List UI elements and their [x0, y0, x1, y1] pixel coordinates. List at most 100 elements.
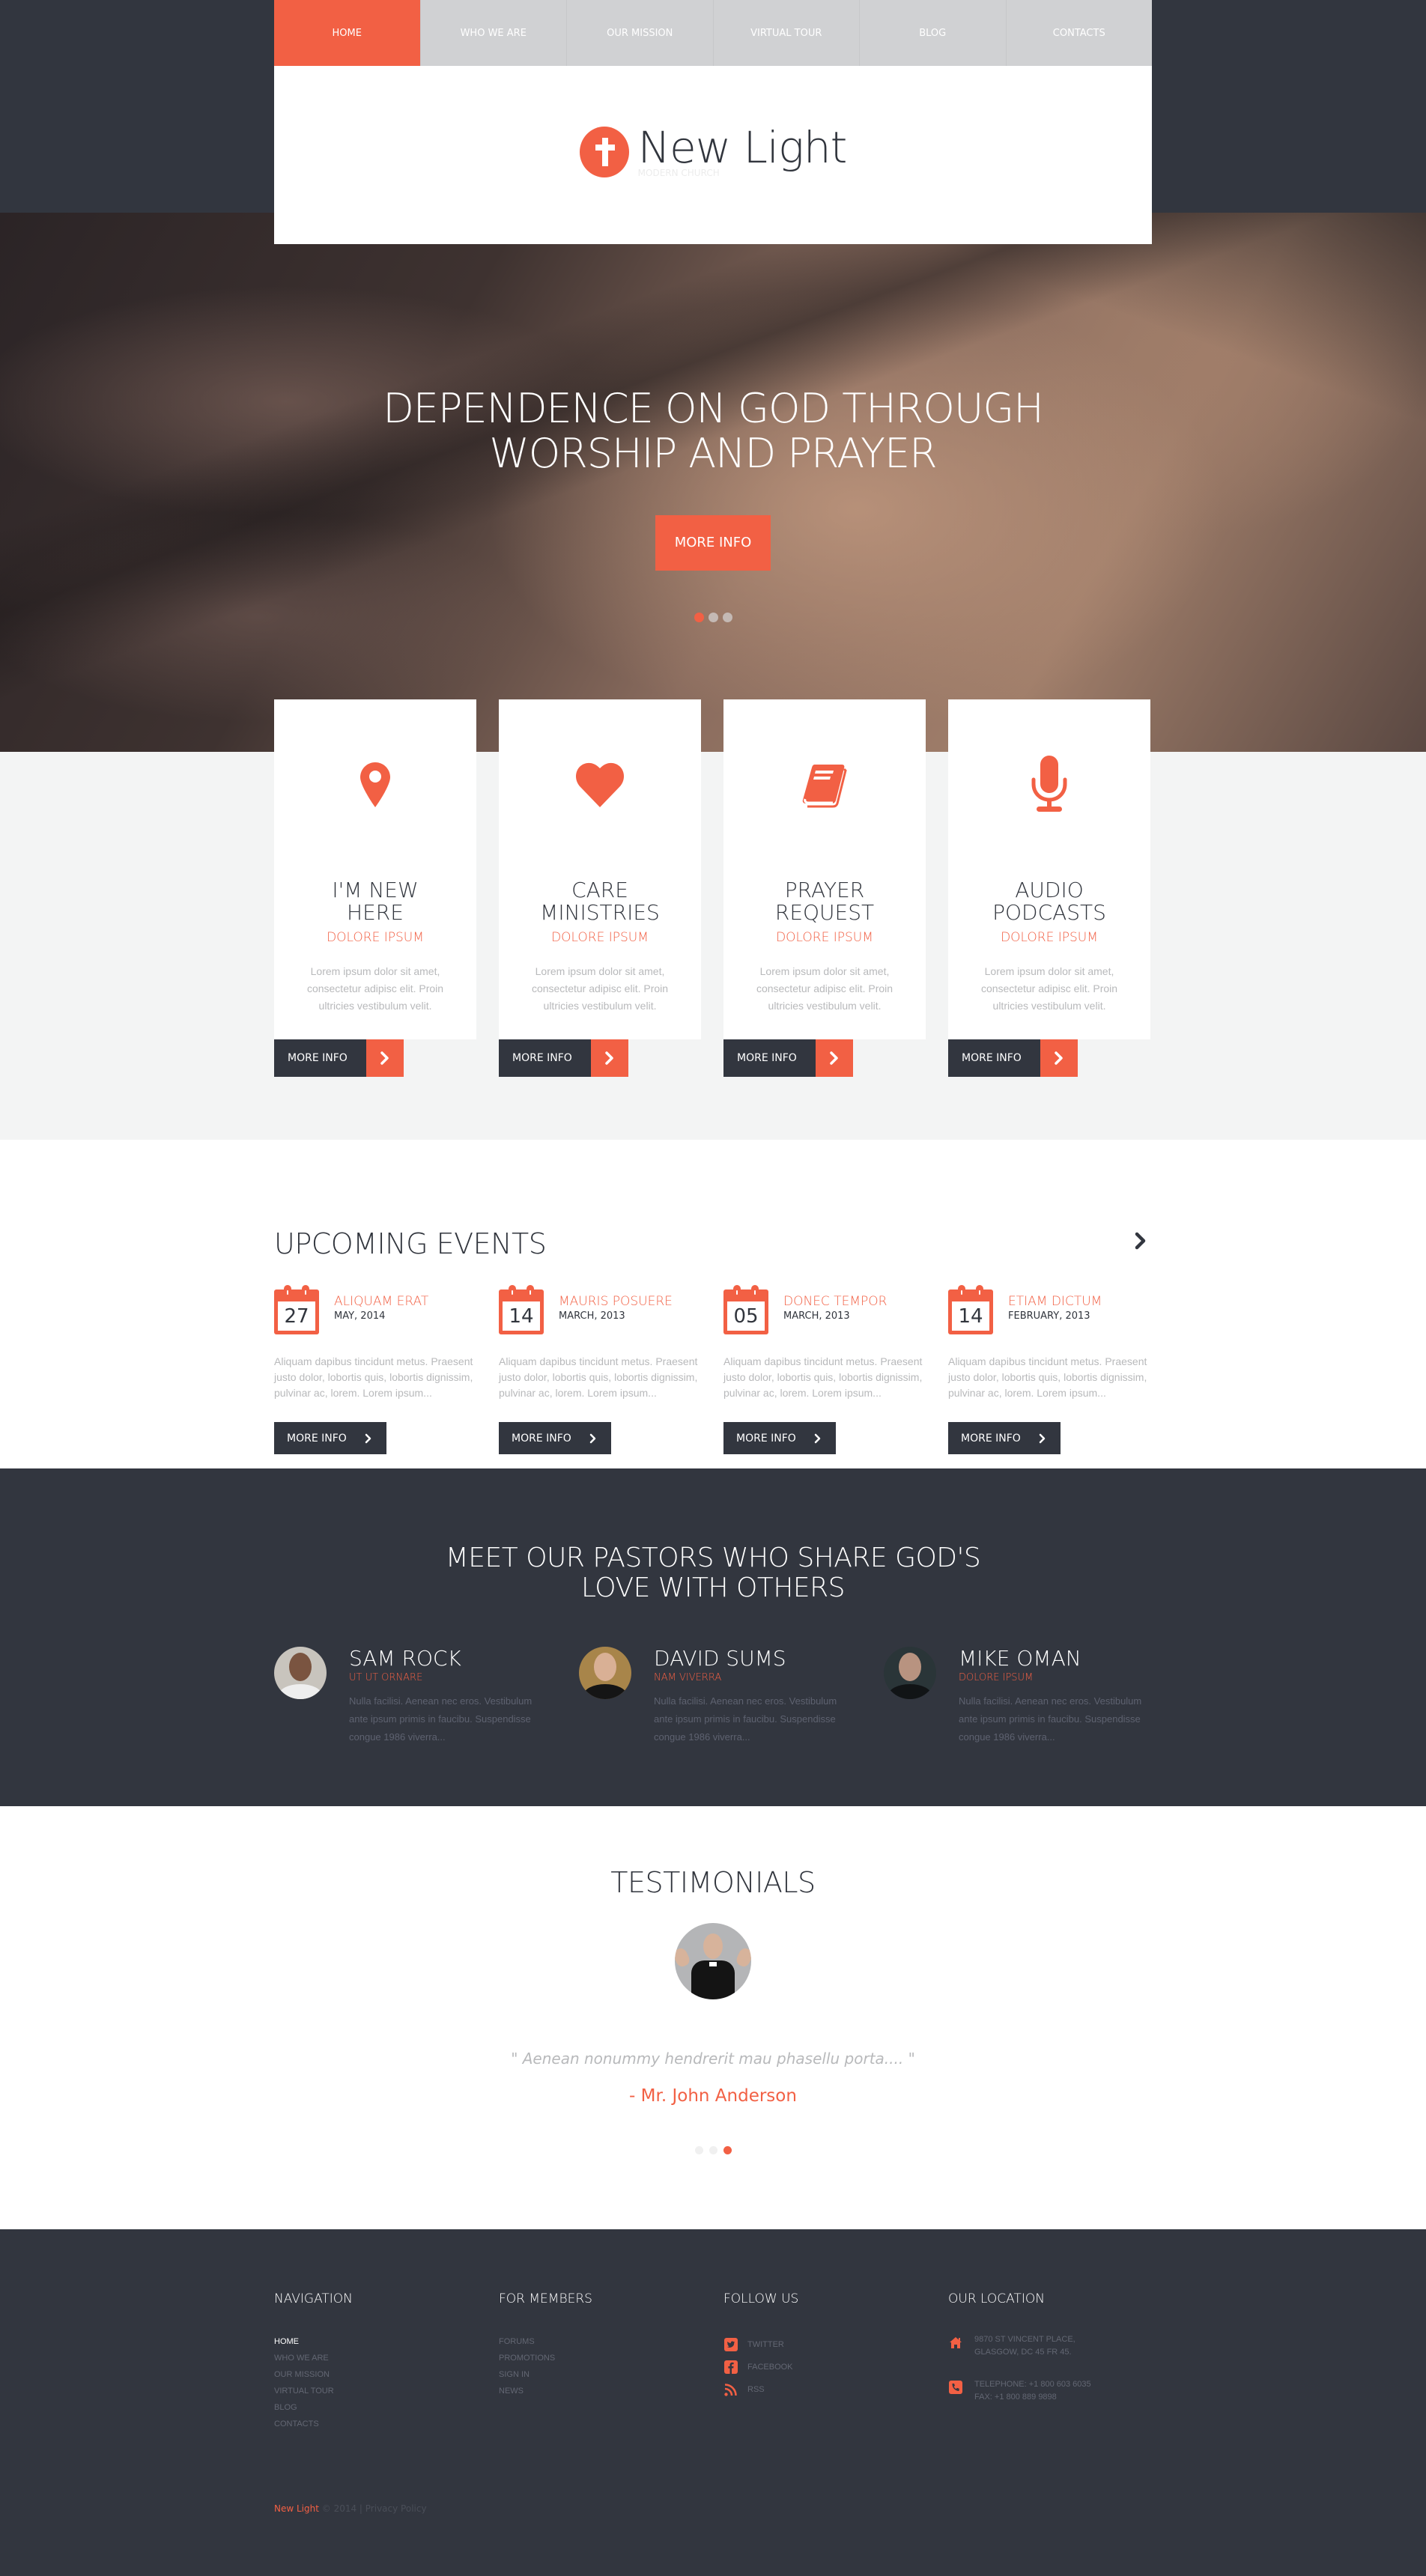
footer-link-blog[interactable]: BLOG [274, 2399, 476, 2416]
service-subtitle: DOLORE IPSUM [1001, 930, 1098, 945]
hero-slider: DEPENDENCE ON GOD THROUGH WORSHIP AND PR… [0, 213, 1426, 752]
pastor-item: SAM ROCK UT UT ORNARE Nulla facilisi. Ae… [274, 1647, 541, 1746]
footer-link-virtual-tour[interactable]: VIRTUAL TOUR [274, 2383, 476, 2399]
hero-dot-2[interactable] [708, 613, 718, 622]
footer: NAVIGATION HOME WHO WE ARE OUR MISSION V… [0, 2229, 1426, 2576]
pastor-avatar [579, 1647, 631, 1699]
event-name[interactable]: DONEC TEMPOR [783, 1294, 887, 1309]
nav-item-blog[interactable]: BLOG [859, 0, 1006, 66]
event-day: 05 [727, 1301, 765, 1331]
hero-dot-1[interactable] [694, 613, 704, 622]
pastor-bio: Nulla facilisi. Aenean nec eros. Vestibu… [654, 1695, 837, 1743]
events-section: UPCOMING EVENTS 27 ALIQUAM ERAT MAY, 201… [0, 1140, 1426, 1468]
pastor-name[interactable]: SAM ROCK [349, 1647, 541, 1671]
pastor-name[interactable]: MIKE OMAN [959, 1647, 1151, 1671]
event-name[interactable]: MAURIS POSUERE [559, 1294, 673, 1309]
event-date: MARCH, 2013 [783, 1310, 850, 1322]
footer-link-who-we-are[interactable]: WHO WE ARE [274, 2350, 476, 2366]
footer-link-contacts[interactable]: CONTACTS [274, 2416, 476, 2432]
service-title: PRAYER REQUEST [774, 878, 875, 925]
events-next-button[interactable] [1129, 1228, 1152, 1254]
pastor-role: NAM VIVERRA [654, 1672, 722, 1683]
logo[interactable]: New Light MODERN CHURCH [579, 126, 847, 178]
privacy-policy-link[interactable]: Privacy Policy [365, 2503, 427, 2514]
footer-link-home[interactable]: HOME [274, 2333, 476, 2350]
footer-link-forums[interactable]: FORUMS [499, 2333, 701, 2350]
testimonial-dot-3[interactable] [723, 2146, 732, 2154]
testimonials-section: TESTIMONIALS " Aenean nonummy hendrerit … [0, 1806, 1426, 2229]
event-more-info-button[interactable]: MORE INFO [723, 1422, 836, 1454]
footer-phone: TELEPHONE: +1 800 603 6035 FAX: +1 800 88… [948, 2378, 1150, 2404]
chevron-right-icon [366, 1039, 404, 1077]
twitter-icon [723, 2337, 738, 2352]
testimonial-dot-2[interactable] [709, 2146, 717, 2154]
book-icon [723, 761, 926, 809]
chevron-right-icon [365, 1433, 371, 1443]
service-text: Lorem ipsum dolor sit amet, consectetur … [531, 965, 669, 1012]
event-day: 14 [503, 1301, 540, 1331]
event-item: 27 ALIQUAM ERAT MAY, 2014 Aliquam dapibu… [274, 1285, 476, 1454]
footer-link-our-mission[interactable]: OUR MISSION [274, 2366, 476, 2383]
social-link-twitter[interactable]: TWITTER [723, 2333, 926, 2356]
pastor-bio: Nulla facilisi. Aenean nec eros. Vestibu… [349, 1695, 533, 1743]
calendar-icon: 14 [499, 1285, 544, 1334]
event-more-info-button[interactable]: MORE INFO [948, 1422, 1061, 1454]
hero-pagination [0, 613, 1426, 622]
footer-follow: FOLLOW US TWITTER FACEBOOK RSS [723, 2291, 926, 2432]
event-name[interactable]: ETIAM DICTUM [1008, 1294, 1102, 1309]
more-info-button[interactable]: MORE INFO [723, 1039, 853, 1077]
chevron-right-icon [1135, 1232, 1146, 1250]
footer-navigation: NAVIGATION HOME WHO WE ARE OUR MISSION V… [274, 2291, 476, 2432]
event-item: 14 MAURIS POSUERE MARCH, 2013 Aliquam da… [499, 1285, 701, 1454]
home-icon [948, 2335, 963, 2350]
event-text: Aliquam dapibus tincidunt metus. Praesen… [499, 1355, 698, 1399]
footer-members-title: FOR MEMBERS [499, 2291, 592, 2306]
logo-panel: New Light MODERN CHURCH [274, 66, 1152, 244]
hero-more-info-button[interactable]: MORE INFO [655, 515, 771, 571]
footer-location: OUR LOCATION 9870 ST VINCENT PLACE, GLASG… [948, 2291, 1150, 2432]
social-link-facebook[interactable]: FACEBOOK [723, 2356, 926, 2378]
event-text: Aliquam dapibus tincidunt metus. Praesen… [948, 1355, 1147, 1399]
service-title: AUDIO PODCASTS [992, 878, 1106, 925]
footer-members: FOR MEMBERS FORUMS PROMOTIONS SIGN IN NE… [499, 2291, 701, 2432]
nav-item-virtual-tour[interactable]: VIRTUAL TOUR [712, 0, 859, 66]
service-title: CARE MINISTRIES [540, 878, 660, 925]
event-more-info-button[interactable]: MORE INFO [499, 1422, 611, 1454]
footer-link-promotions[interactable]: PROMOTIONS [499, 2350, 701, 2366]
hero-heading-line1: DEPENDENCE ON GOD THROUGH [383, 385, 1044, 432]
chevron-right-icon [589, 1433, 596, 1443]
event-name[interactable]: ALIQUAM ERAT [334, 1294, 428, 1309]
social-link-rss[interactable]: RSS [723, 2378, 926, 2401]
pastors-section: MEET OUR PASTORS WHO SHARE GOD'S LOVE WIT… [0, 1468, 1426, 1806]
event-date: FEBRUARY, 2013 [1008, 1310, 1090, 1322]
chevron-right-icon [814, 1433, 821, 1443]
footer-link-news[interactable]: NEWS [499, 2383, 701, 2399]
nav-item-home[interactable]: HOME [274, 0, 420, 66]
hero-dot-3[interactable] [722, 613, 732, 622]
footer-brand-link[interactable]: New Light [274, 2503, 319, 2514]
nav-item-who-we-are[interactable]: WHO WE ARE [419, 0, 566, 66]
event-day: 14 [952, 1301, 989, 1331]
more-info-button[interactable]: MORE INFO [274, 1039, 404, 1077]
event-more-info-button[interactable]: MORE INFO [274, 1422, 386, 1454]
pastors-title: MEET OUR PASTORS WHO SHARE GOD'S LOVE WIT… [445, 1543, 981, 1603]
testimonial-author: - Mr. John Anderson [629, 2086, 797, 2106]
copyright: New Light © 2014 | Privacy Policy [274, 2503, 427, 2514]
pastor-avatar [274, 1647, 327, 1699]
footer-link-sign-in[interactable]: SIGN IN [499, 2366, 701, 2383]
microphone-icon [948, 756, 1150, 812]
service-subtitle: DOLORE IPSUM [776, 930, 873, 945]
nav-item-contacts[interactable]: CONTACTS [1005, 0, 1152, 66]
pastor-avatar [884, 1647, 936, 1699]
event-text: Aliquam dapibus tincidunt metus. Praesen… [274, 1355, 473, 1399]
service-subtitle: DOLORE IPSUM [551, 930, 649, 945]
service-text: Lorem ipsum dolor sit amet, consectetur … [306, 965, 444, 1012]
more-info-button[interactable]: MORE INFO [499, 1039, 628, 1077]
nav-item-our-mission[interactable]: OUR MISSION [566, 0, 713, 66]
service-card: I'M NEW HERE DOLORE IPSUM Lorem ipsum dol… [274, 699, 476, 1077]
footer-address: 9870 ST VINCENT PLACE, GLASGOW, DC 45 FR … [948, 2333, 1150, 2359]
more-info-button[interactable]: MORE INFO [948, 1039, 1078, 1077]
testimonial-dot-1[interactable] [694, 2146, 703, 2154]
pastor-name[interactable]: DAVID SUMS [654, 1647, 846, 1671]
calendar-icon: 05 [723, 1285, 768, 1334]
